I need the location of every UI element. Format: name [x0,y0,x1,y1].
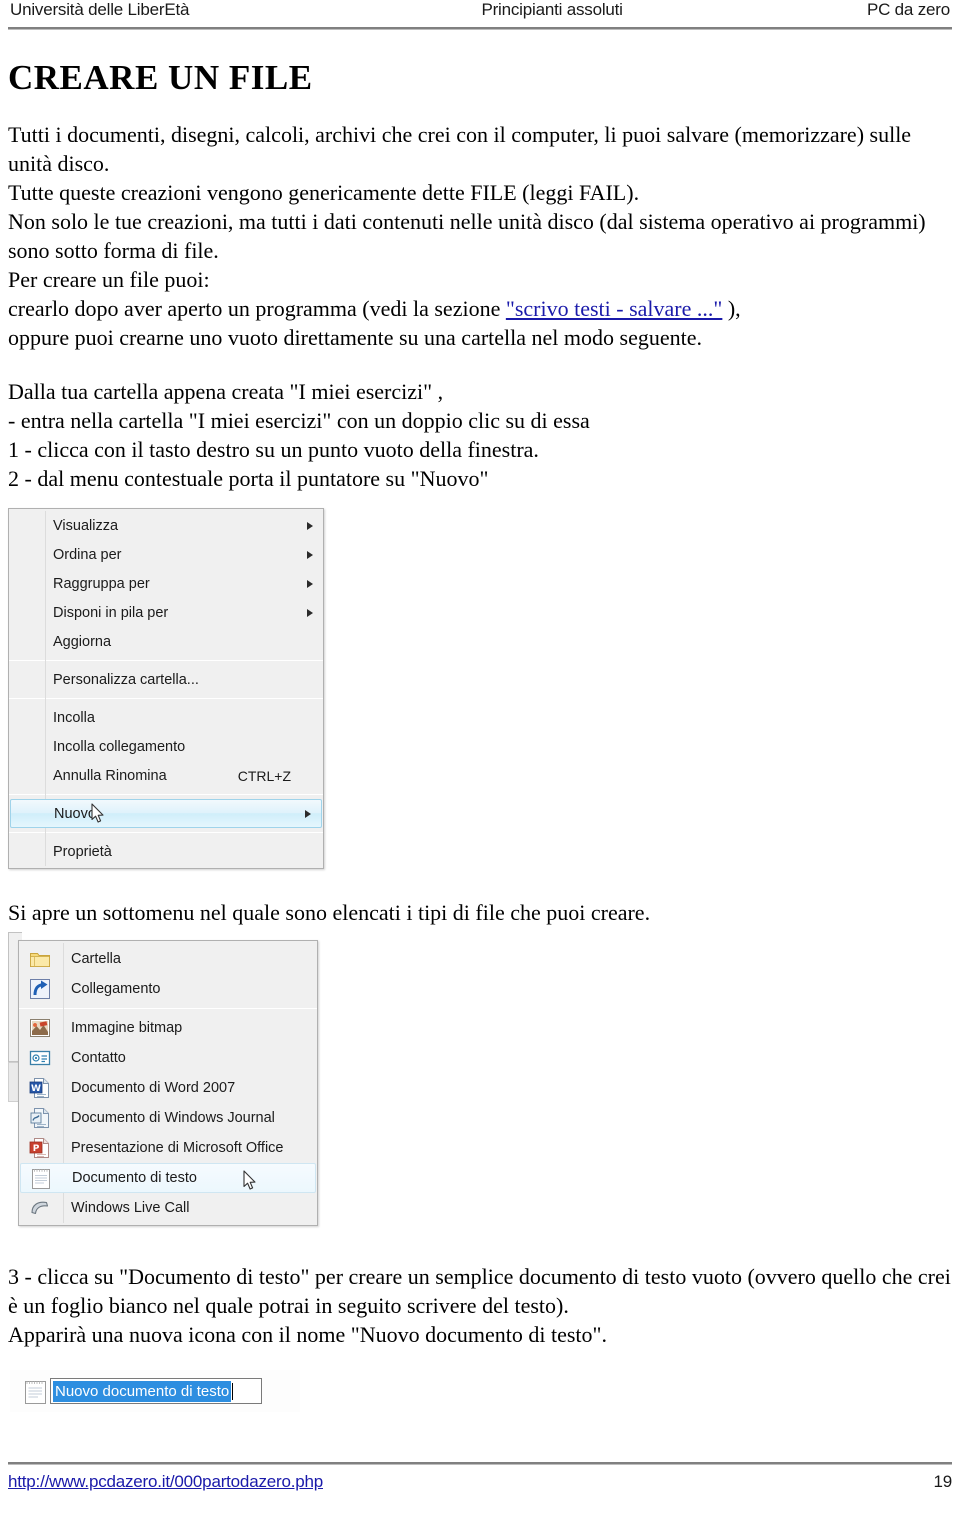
svg-text:P: P [33,1144,40,1154]
header-institution: Università delle LiberEtà [10,0,190,19]
shortcut-icon [27,977,53,1001]
submenu-item-documento-di-testo[interactable]: Documento di testo [20,1163,316,1193]
submenu-item-presentazione-di-microsoft-office[interactable]: P Presentazione di Microsoft Office [19,1133,317,1163]
chevron-right-icon [307,608,313,617]
create-from-program-pre: crearlo dopo aver aperto un programma (v… [8,296,506,321]
submenu-item-windows-live-call[interactable]: Windows Live Call [19,1193,317,1223]
context-menu-item-label: Ordina per [53,546,122,563]
header-divider [8,27,952,30]
submenu-item-cartella[interactable]: Cartella [19,944,317,974]
context-menu-item-personalizza-cartella[interactable]: Personalizza cartella... [9,665,323,694]
svg-text:W: W [31,1084,41,1094]
context-menu-separator [9,698,323,699]
powerpoint-icon: P [27,1136,53,1160]
text-caret [232,1382,234,1400]
submenu-item-collegamento[interactable]: Collegamento [19,974,317,1004]
context-menu-item-label: Proprietà [53,843,112,860]
caption-submenu-opens: Si apre un sottomenu nel quale sono elen… [8,900,651,925]
paragraph-create-empty: oppure puoi crearne uno vuoto direttamen… [8,325,702,350]
submenu-item-label: Immagine bitmap [71,1020,183,1036]
new-text-document-figure: Nuovo documento di testo [10,1370,310,1414]
context-menu-item-label: Incolla collegamento [53,738,186,755]
chevron-right-icon [307,521,313,530]
context-menu-figure: Visualizza Ordina per Raggruppa per Disponi… [8,508,324,869]
paragraph-step-3-block: 3 - clicca su "Documento di testo" per c… [8,1262,952,1349]
paragraph-from-your-folder: Dalla tua cartella appena creata "I miei… [8,379,444,404]
new-item-submenu[interactable]: Cartella Collegamento Immagine bitmap Conta… [18,940,318,1226]
chevron-right-icon [305,809,311,818]
context-menu-item-label: Disponi in pila per [53,604,169,621]
paragraph-step-1: 1 - clicca con il tasto destro su un pun… [8,437,539,462]
document-body: CREARE UN FILE Tutti i documenti, disegn… [8,58,952,493]
chevron-right-icon [307,550,313,559]
context-menu-item-label: Nuovo [54,805,96,822]
context-menu-item-label: Incolla [53,709,95,726]
parent-menu-edge-sliver-2 [8,1062,18,1102]
journal-document-icon [27,1106,53,1130]
paragraph-how-to-create: Per creare un file puoi: [8,267,210,292]
footer-url-link[interactable]: http://www.pcdazero.it/000partodazero.ph… [8,1472,323,1492]
context-menu-separator [9,794,323,795]
rename-input[interactable]: Nuovo documento di testo [50,1378,262,1404]
header-series: PC da zero [866,0,950,19]
paragraph-all-data-are-files: Non solo le tue creazioni, ma tutti i da… [8,209,926,263]
paragraph-step-enter-folder: - entra nella cartella "I miei esercizi"… [8,408,590,433]
scrivo-testi-salvare-link[interactable]: "scrivo testi - salvare ..." [506,296,723,321]
paragraph-create-from-program: crearlo dopo aver aperto un programma (v… [8,294,952,323]
context-menu-item-annulla-rinomina[interactable]: Annulla Rinomina CTRL+Z [9,761,323,790]
context-menu-item-visualizza[interactable]: Visualizza [9,511,323,540]
submenu-item-label: Windows Live Call [71,1200,190,1216]
mouse-pointer-icon [243,1170,257,1191]
page-footer: http://www.pcdazero.it/000partodazero.ph… [8,1472,952,1492]
context-menu-separator [9,660,323,661]
context-menu-item-propriet[interactable]: Proprietà [9,837,323,866]
header-course: Principianti assoluti [481,0,623,19]
chevron-right-icon [307,579,313,588]
submenu-item-label: Documento di Windows Journal [71,1110,275,1126]
context-menu[interactable]: Visualizza Ordina per Raggruppa per Disponi… [8,508,324,869]
context-menu-item-label: Aggiorna [53,633,112,650]
context-menu-item-incolla[interactable]: Incolla [9,703,323,732]
submenu-item-label: Documento di testo [72,1170,197,1186]
create-from-program-post: ), [722,296,741,321]
context-menu-separator [9,832,323,833]
submenu-item-label: Documento di Word 2007 [71,1080,236,1096]
page-title: CREARE UN FILE [8,58,313,97]
context-menu-item-label: Visualizza [53,517,119,534]
context-menu-item-label: Annulla Rinomina [53,767,167,784]
context-menu-item-incolla-collegamento[interactable]: Incolla collegamento [9,732,323,761]
paragraph-intro: Tutti i documenti, disegni, calcoli, arc… [8,122,912,176]
page-header: Università delle LiberEtà Principianti a… [0,0,960,30]
submenu-item-contatto[interactable]: Contatto [19,1043,317,1073]
text-document-icon [24,1379,48,1405]
submenu-item-label: Collegamento [71,981,161,997]
context-menu-item-aggiorna[interactable]: Aggiorna [9,627,323,656]
submenu-item-label: Contatto [71,1050,126,1066]
paragraph-step-3: 3 - clicca su "Documento di testo" per c… [8,1264,951,1318]
context-menu-item-nuovo[interactable]: Nuovo [10,799,322,828]
folder-icon [27,947,53,971]
paragraph-step-2: 2 - dal menu contestuale porta il puntat… [8,466,489,491]
footer-divider [8,1462,952,1465]
text-document-icon [28,1166,54,1190]
paragraph-new-icon-appears: Apparirà una nuova icona con il nome "Nu… [8,1322,607,1347]
context-menu-item-label: Personalizza cartella... [53,671,199,688]
bitmap-image-icon [27,1016,53,1040]
context-menu-item-disponi-in-pila-per[interactable]: Disponi in pila per [9,598,323,627]
rename-input-value: Nuovo documento di testo [53,1380,232,1402]
submenu-item-documento-di-windows-journal[interactable]: Documento di Windows Journal [19,1103,317,1133]
context-menu-item-ordina-per[interactable]: Ordina per [9,540,323,569]
contact-card-icon [27,1046,53,1070]
paragraph-file-definition: Tutte queste creazioni vengono genericam… [8,180,640,205]
submenu-item-label: Cartella [71,951,121,967]
context-menu-item-shortcut: CTRL+Z [237,767,291,784]
page-number: 19 [933,1472,952,1491]
phone-call-icon [27,1196,53,1220]
submenu-item-documento-di-word-2007[interactable]: W Documento di Word 2007 [19,1073,317,1103]
submenu-item-immagine-bitmap[interactable]: Immagine bitmap [19,1013,317,1043]
word-document-icon: W [27,1076,53,1100]
submenu-item-label: Presentazione di Microsoft Office [71,1140,284,1156]
context-menu-item-raggruppa-per[interactable]: Raggruppa per [9,569,323,598]
context-menu-item-label: Raggruppa per [53,575,150,592]
